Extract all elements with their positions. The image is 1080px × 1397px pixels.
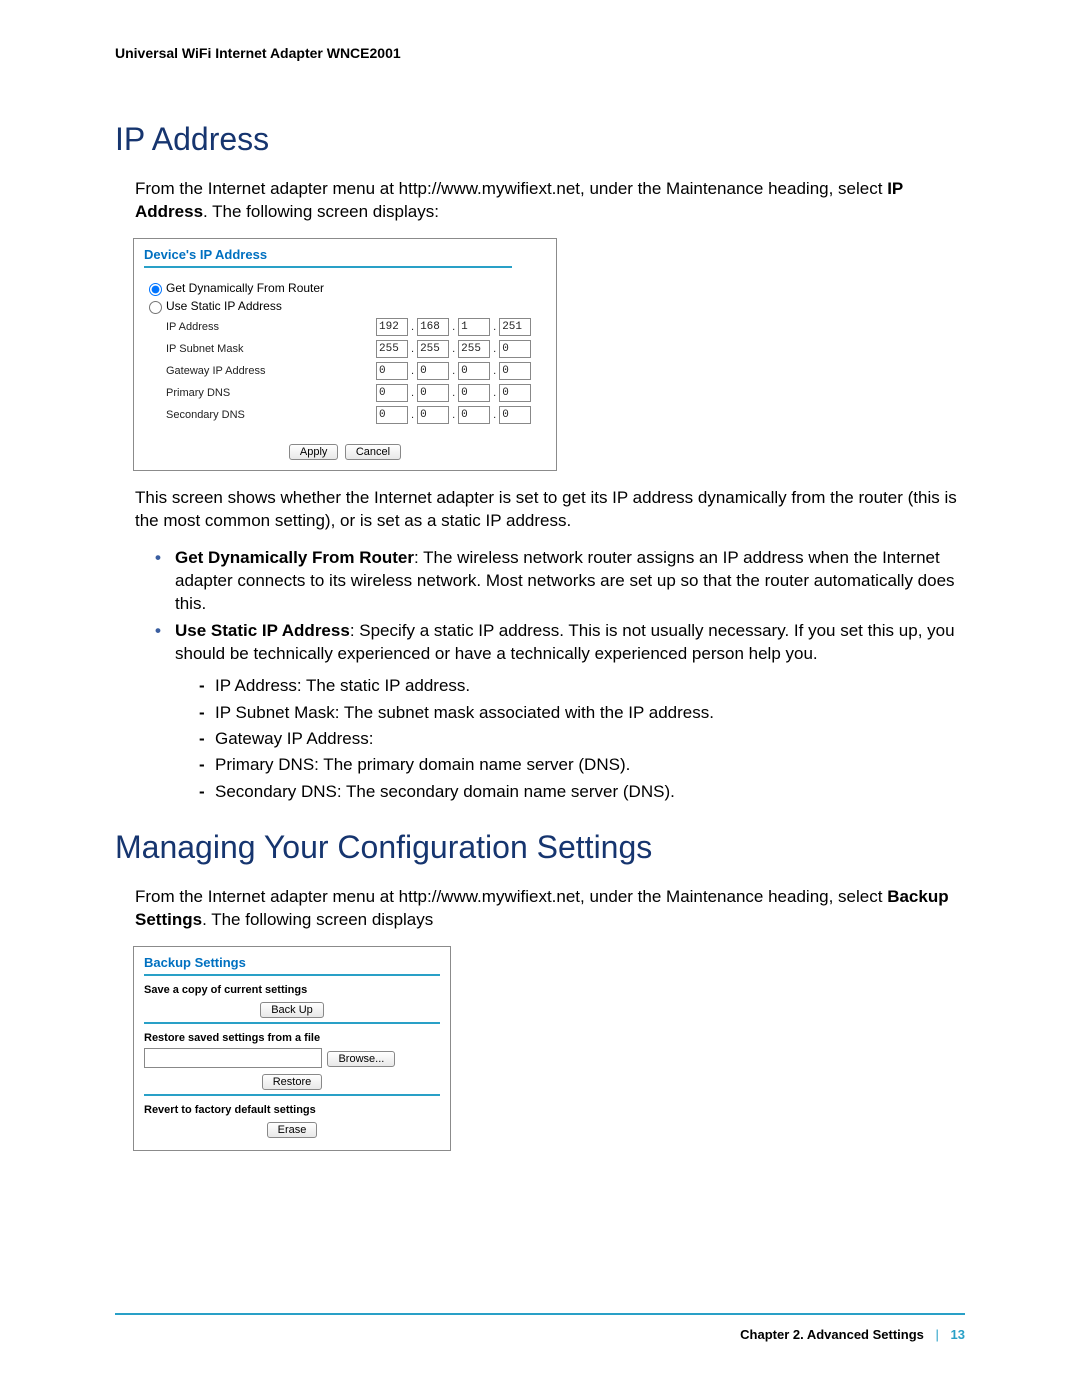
footer-sep: | bbox=[928, 1327, 947, 1342]
dash-item: Gateway IP Address: bbox=[199, 726, 965, 752]
heading-ip-address: IP Address bbox=[115, 121, 965, 158]
ip-octet[interactable]: 0 bbox=[458, 406, 490, 424]
dot: . bbox=[449, 387, 458, 399]
dot: . bbox=[408, 365, 417, 377]
restore-button[interactable]: Restore bbox=[262, 1074, 323, 1090]
ip-octet[interactable]: 0 bbox=[417, 384, 449, 402]
bk-intro-a: From the Internet adapter menu at http:/… bbox=[135, 887, 887, 906]
revert-label: Revert to factory default settings bbox=[144, 1104, 440, 1116]
footer: Chapter 2. Advanced Settings | 13 bbox=[740, 1327, 965, 1342]
dot: . bbox=[490, 409, 499, 421]
ip-octet[interactable]: 0 bbox=[499, 384, 531, 402]
radio-dynamic[interactable]: Get Dynamically From Router bbox=[144, 280, 546, 296]
dot: . bbox=[449, 365, 458, 377]
footer-page: 13 bbox=[951, 1327, 965, 1342]
restore-label: Restore saved settings from a file bbox=[144, 1032, 440, 1044]
ip-fields: IP Address192.168.1.251IP Subnet Mask255… bbox=[144, 318, 546, 424]
radio-static-input[interactable] bbox=[149, 301, 162, 314]
dot: . bbox=[408, 387, 417, 399]
backup-panel: Backup Settings Save a copy of current s… bbox=[133, 946, 451, 1151]
ip-row: Secondary DNS0.0.0.0 bbox=[166, 406, 546, 424]
ip-octet[interactable]: 0 bbox=[499, 340, 531, 358]
restore-file-input[interactable] bbox=[144, 1048, 322, 1068]
apply-button[interactable]: Apply bbox=[289, 444, 339, 460]
dot: . bbox=[449, 321, 458, 333]
backup-button[interactable]: Back Up bbox=[260, 1002, 324, 1018]
bullet-static-lead: Use Static IP Address bbox=[175, 621, 350, 640]
save-label: Save a copy of current settings bbox=[144, 984, 440, 996]
ip-octet[interactable]: 0 bbox=[376, 384, 408, 402]
panel-divider bbox=[144, 266, 512, 268]
ip-row-label: Gateway IP Address bbox=[166, 365, 376, 377]
footer-chapter: Chapter 2. Advanced Settings bbox=[740, 1327, 924, 1342]
ip-octet[interactable]: 0 bbox=[458, 362, 490, 380]
ip-row-label: Secondary DNS bbox=[166, 409, 376, 421]
ip-octet[interactable]: 192 bbox=[376, 318, 408, 336]
heading-managing: Managing Your Configuration Settings bbox=[115, 829, 965, 866]
ip-octet[interactable]: 251 bbox=[499, 318, 531, 336]
ip-row: Primary DNS0.0.0.0 bbox=[166, 384, 546, 402]
ip-row: IP Address192.168.1.251 bbox=[166, 318, 546, 336]
ip-octet[interactable]: 168 bbox=[417, 318, 449, 336]
radio-dynamic-label: Get Dynamically From Router bbox=[166, 281, 324, 295]
cancel-button[interactable]: Cancel bbox=[345, 444, 401, 460]
dash-list: IP Address: The static IP address.IP Sub… bbox=[175, 673, 965, 805]
radio-static-label: Use Static IP Address bbox=[166, 299, 282, 313]
ip-octet[interactable]: 0 bbox=[376, 406, 408, 424]
ip-octet[interactable]: 0 bbox=[417, 406, 449, 424]
dot: . bbox=[490, 343, 499, 355]
ip-row: IP Subnet Mask255.255.255.0 bbox=[166, 340, 546, 358]
dash-item: Primary DNS: The primary domain name ser… bbox=[199, 752, 965, 778]
dot: . bbox=[449, 343, 458, 355]
dot: . bbox=[408, 343, 417, 355]
bk-intro: From the Internet adapter menu at http:/… bbox=[135, 886, 965, 932]
ip-row-label: IP Address bbox=[166, 321, 376, 333]
ip-intro: From the Internet adapter menu at http:/… bbox=[135, 178, 965, 224]
dash-item: Secondary DNS: The secondary domain name… bbox=[199, 779, 965, 805]
running-header: Universal WiFi Internet Adapter WNCE2001 bbox=[115, 45, 965, 61]
dot: . bbox=[490, 321, 499, 333]
dot: . bbox=[408, 409, 417, 421]
bullet-static: Use Static IP Address: Specify a static … bbox=[155, 620, 965, 806]
backup-divider-top bbox=[144, 974, 440, 976]
ip-octet[interactable]: 1 bbox=[458, 318, 490, 336]
browse-button[interactable]: Browse... bbox=[327, 1051, 395, 1067]
dot: . bbox=[490, 387, 499, 399]
dot: . bbox=[408, 321, 417, 333]
ip-octet[interactable]: 255 bbox=[417, 340, 449, 358]
ip-row-label: Primary DNS bbox=[166, 387, 376, 399]
dash-item: IP Address: The static IP address. bbox=[199, 673, 965, 699]
backup-divider-1 bbox=[144, 1022, 440, 1024]
ip-octet[interactable]: 255 bbox=[458, 340, 490, 358]
ip-octet[interactable]: 0 bbox=[376, 362, 408, 380]
bk-intro-c: . The following screen displays bbox=[202, 910, 433, 929]
ip-row: Gateway IP Address0.0.0.0 bbox=[166, 362, 546, 380]
ip-intro-a: From the Internet adapter menu at http:/… bbox=[135, 179, 887, 198]
radio-static[interactable]: Use Static IP Address bbox=[144, 298, 546, 314]
backup-divider-2 bbox=[144, 1094, 440, 1096]
ip-octet[interactable]: 255 bbox=[376, 340, 408, 358]
ip-octet[interactable]: 0 bbox=[499, 362, 531, 380]
footer-rule bbox=[115, 1313, 965, 1315]
ip-row-label: IP Subnet Mask bbox=[166, 343, 376, 355]
backup-title: Backup Settings bbox=[144, 955, 440, 970]
bullet-dynamic-lead: Get Dynamically From Router bbox=[175, 548, 414, 567]
dash-item: IP Subnet Mask: The subnet mask associat… bbox=[199, 700, 965, 726]
dot: . bbox=[490, 365, 499, 377]
device-ip-title: Device's IP Address bbox=[144, 247, 546, 262]
ip-octet[interactable]: 0 bbox=[417, 362, 449, 380]
dot: . bbox=[449, 409, 458, 421]
after-panel-text: This screen shows whether the Internet a… bbox=[135, 487, 965, 533]
bullet-dynamic: Get Dynamically From Router: The wireles… bbox=[155, 547, 965, 616]
ip-intro-c: . The following screen displays: bbox=[203, 202, 439, 221]
device-ip-panel: Device's IP Address Get Dynamically From… bbox=[133, 238, 557, 471]
ip-octet[interactable]: 0 bbox=[458, 384, 490, 402]
bullet-list: Get Dynamically From Router: The wireles… bbox=[115, 547, 965, 805]
ip-octet[interactable]: 0 bbox=[499, 406, 531, 424]
radio-dynamic-input[interactable] bbox=[149, 283, 162, 296]
erase-button[interactable]: Erase bbox=[267, 1122, 318, 1138]
